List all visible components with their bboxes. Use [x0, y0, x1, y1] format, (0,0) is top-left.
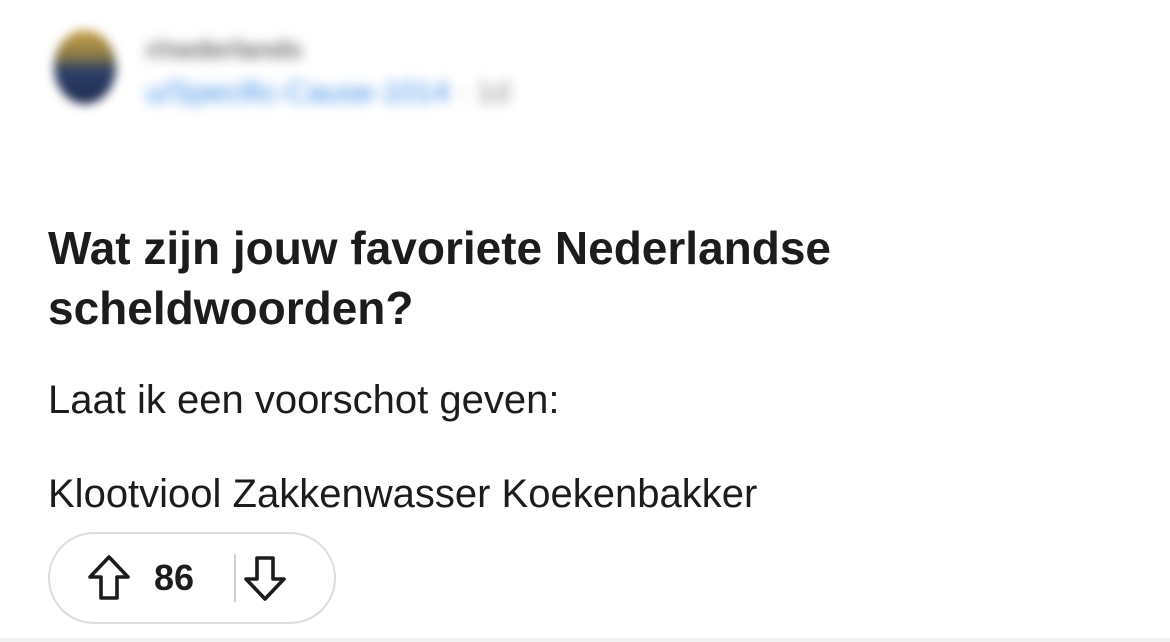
- community-name[interactable]: r/nederlands: [146, 32, 510, 66]
- post-body-paragraph: Klootviool Zakkenwasser Koekenbakker: [48, 472, 758, 516]
- post-card: r/nederlands u/Specific-Cause-1014 · 1d …: [0, 0, 1170, 642]
- author-link[interactable]: u/Specific-Cause-1014: [146, 76, 450, 109]
- downvote-button[interactable]: [236, 549, 294, 607]
- vote-bar: 86: [48, 532, 336, 624]
- separator-dot: ·: [457, 76, 468, 109]
- post-body: Laat ik een voorschot geven: Klootviool …: [48, 372, 1048, 522]
- post-divider: [0, 638, 1170, 642]
- post-meta: r/nederlands u/Specific-Cause-1014 · 1d: [146, 32, 510, 112]
- upvote-button[interactable]: [80, 549, 138, 607]
- vote-count: 86: [154, 557, 195, 598]
- post-age: 1d: [476, 76, 510, 109]
- arrow-down-icon: [244, 556, 286, 601]
- post-body-paragraph: Laat ik een voorschot geven:: [48, 378, 560, 422]
- post-title[interactable]: Wat zijn jouw favoriete Nederlandse sche…: [48, 218, 948, 338]
- arrow-up-icon: [88, 555, 130, 600]
- author-line: u/Specific-Cause-1014 · 1d: [146, 74, 510, 112]
- post-header: r/nederlands u/Specific-Cause-1014 · 1d: [50, 20, 670, 110]
- community-avatar[interactable]: [54, 30, 116, 104]
